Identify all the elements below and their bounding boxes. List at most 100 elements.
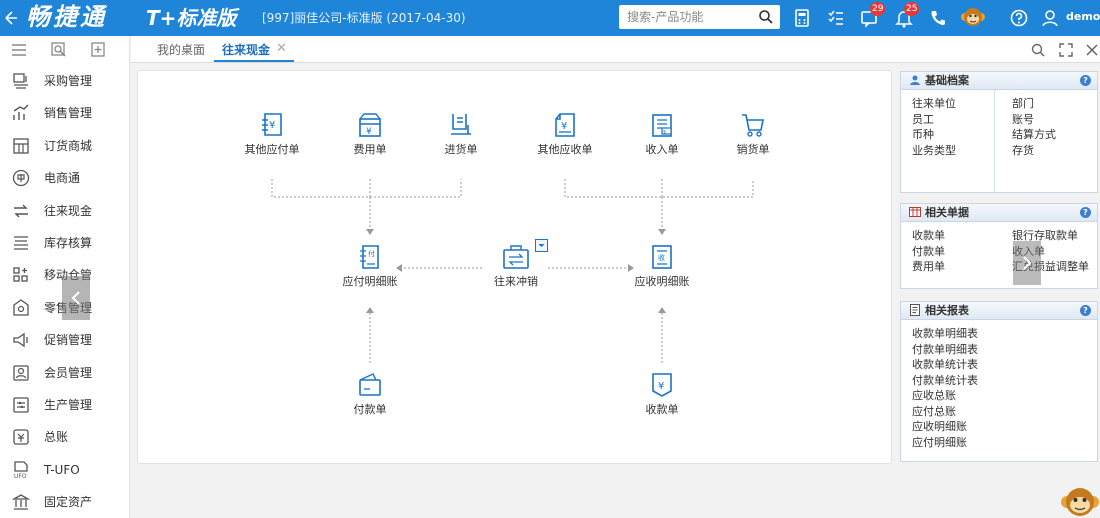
back-arrow-icon[interactable] <box>4 8 20 28</box>
link-payment-doc[interactable]: 付款单 <box>912 244 945 260</box>
task-list-icon[interactable] <box>826 8 846 28</box>
report-link[interactable]: 收款单统计表 <box>912 357 1097 373</box>
sidebar-item-mall[interactable]: 订货商城 <box>0 129 129 161</box>
help-icon[interactable] <box>1009 8 1029 28</box>
help-icon[interactable]: ? <box>1080 75 1091 86</box>
link-expense-doc[interactable]: 费用单 <box>912 259 945 275</box>
sidebar-item-fixed-asset[interactable]: 固定资产 <box>0 485 129 517</box>
payable-detail-node[interactable]: 付 应付明细账 <box>330 243 410 289</box>
expense-doc-node[interactable]: ¥ 费用单 <box>330 111 410 157</box>
offset-dropdown-icon[interactable] <box>535 239 548 252</box>
close-all-icon[interactable] <box>1084 42 1100 58</box>
sidebar-item-ufo[interactable]: UFO T-UFO <box>0 453 129 485</box>
ecommerce-icon <box>11 168 31 188</box>
svg-text:¥: ¥ <box>561 121 567 132</box>
calculator-icon[interactable] <box>792 8 812 28</box>
link-receipt-doc[interactable]: 收款单 <box>912 228 945 244</box>
svg-text:收: 收 <box>658 253 665 262</box>
sidebar-item-ledger[interactable]: 总账 <box>0 420 129 452</box>
sidebar-item-member[interactable]: 会员管理 <box>0 356 129 388</box>
message-icon[interactable]: 29 <box>860 2 886 28</box>
help-icon[interactable]: ? <box>1080 305 1091 316</box>
active-tab-indicator <box>214 60 294 62</box>
phone-icon[interactable] <box>928 8 948 28</box>
report-link[interactable]: 付款单统计表 <box>912 373 1097 389</box>
wallet-icon <box>359 373 381 396</box>
report-link[interactable]: 应收明细账 <box>912 419 1097 435</box>
link-settlement[interactable]: 结算方式 <box>1012 127 1056 143</box>
other-receivable-node[interactable]: ¥ 其他应收单 <box>525 111 605 157</box>
expense-doc-icon: ¥ <box>359 113 381 137</box>
mascot-icon[interactable] <box>960 4 986 30</box>
notification-bell-icon[interactable]: 25 <box>894 2 920 28</box>
add-shortcut-icon[interactable] <box>90 41 108 59</box>
sidebar-item-promotion[interactable]: 促销管理 <box>0 323 129 355</box>
report-link[interactable]: 收款单明细表 <box>912 326 1097 342</box>
ufo-icon: UFO <box>11 460 31 480</box>
report-icon <box>909 304 921 316</box>
ledger-icon <box>11 427 31 447</box>
other-payable-node[interactable]: ¥ 其他应付单 <box>232 111 312 157</box>
panel-scroll-button[interactable] <box>1013 241 1041 285</box>
sidebar-collapse-button[interactable] <box>62 276 90 320</box>
username[interactable]: demo <box>1066 10 1100 24</box>
basic-archive-panel: 基础档案 ? 往来单位 员工 币种 业务类型 部门 账号 结算方式 存货 <box>900 71 1098 193</box>
sidebar: 采购管理 销售管理 订货商城 电商通 往来现金 库存核算 移动仓管 零售管理 促… <box>0 36 130 518</box>
report-link[interactable]: 付款单明细表 <box>912 342 1097 358</box>
purchase-doc-node[interactable]: 进货单 <box>421 111 501 157</box>
income-doc-node[interactable]: $ 收入单 <box>622 111 702 157</box>
shopping-cart-icon <box>742 114 764 137</box>
link-currency[interactable]: 币种 <box>912 127 956 143</box>
payment-node[interactable]: 付款单 <box>330 371 410 417</box>
link-partner[interactable]: 往来单位 <box>912 96 956 112</box>
svg-text:UFO: UFO <box>14 473 27 480</box>
receipt-node[interactable]: ¥ 收款单 <box>622 371 702 417</box>
archive-icon <box>909 74 921 86</box>
notification-badge: 25 <box>904 2 920 16</box>
menu-icon[interactable] <box>10 41 28 59</box>
fixed-asset-icon <box>11 492 31 512</box>
related-docs-header: 相关单据 ? <box>901 204 1097 222</box>
related-reports-panel: 相关报表 ? 收款单明细表 付款单明细表 收款单统计表 付款单统计表 应收总账 … <box>900 301 1098 462</box>
report-link[interactable]: 应收总账 <box>912 388 1097 404</box>
report-link[interactable]: 应付明细账 <box>912 435 1097 451</box>
link-department[interactable]: 部门 <box>1012 96 1056 112</box>
edition-label: T+标准版 <box>146 6 237 30</box>
tab-my-desktop[interactable]: 我的桌面 <box>157 42 205 58</box>
sidebar-item-inventory[interactable]: 库存核算 <box>0 226 129 258</box>
receivable-detail-node[interactable]: 收 应收明细账 <box>622 243 702 289</box>
report-link[interactable]: 应付总账 <box>912 404 1097 420</box>
purchase-icon <box>11 71 31 91</box>
close-tab-icon[interactable]: ✕ <box>276 41 287 56</box>
svg-text:付: 付 <box>368 249 375 258</box>
link-employee[interactable]: 员工 <box>912 112 956 128</box>
user-icon[interactable] <box>1040 8 1060 28</box>
link-business-type[interactable]: 业务类型 <box>912 143 956 159</box>
link-stock[interactable]: 存货 <box>1012 143 1056 159</box>
sidebar-toolbar <box>0 36 129 64</box>
sidebar-item-production[interactable]: 生产管理 <box>0 388 129 420</box>
assistant-mascot-icon[interactable] <box>1060 478 1100 518</box>
search-box <box>619 5 780 29</box>
sidebar-item-sales[interactable]: 销售管理 <box>0 96 129 128</box>
purchase-doc-icon <box>451 114 471 135</box>
member-icon <box>11 363 31 383</box>
sidebar-item-cash-flow[interactable]: 往来现金 <box>0 194 129 226</box>
search-menu-icon[interactable] <box>50 41 68 59</box>
inventory-icon <box>11 233 31 253</box>
sidebar-item-ecommerce[interactable]: 电商通 <box>0 161 129 193</box>
offset-icon <box>503 245 529 269</box>
sidebar-item-purchase[interactable]: 采购管理 <box>0 64 129 96</box>
link-account[interactable]: 账号 <box>1012 112 1056 128</box>
fullscreen-icon[interactable] <box>1058 42 1074 58</box>
search-icon[interactable] <box>1030 42 1046 58</box>
tab-cash-flow[interactable]: 往来现金 <box>222 42 270 58</box>
search-icon[interactable] <box>758 9 774 25</box>
related-docs-left-links: 收款单 付款单 费用单 <box>912 228 945 275</box>
basic-archive-right-links: 部门 账号 结算方式 存货 <box>1012 96 1056 158</box>
company-info: [997]丽佳公司-标准版 (2017-04-30) <box>262 11 466 25</box>
help-icon[interactable]: ? <box>1080 207 1091 218</box>
search-input[interactable] <box>619 5 749 29</box>
svg-text:¥: ¥ <box>366 127 372 137</box>
sales-doc-node[interactable]: 销货单 <box>713 111 793 157</box>
